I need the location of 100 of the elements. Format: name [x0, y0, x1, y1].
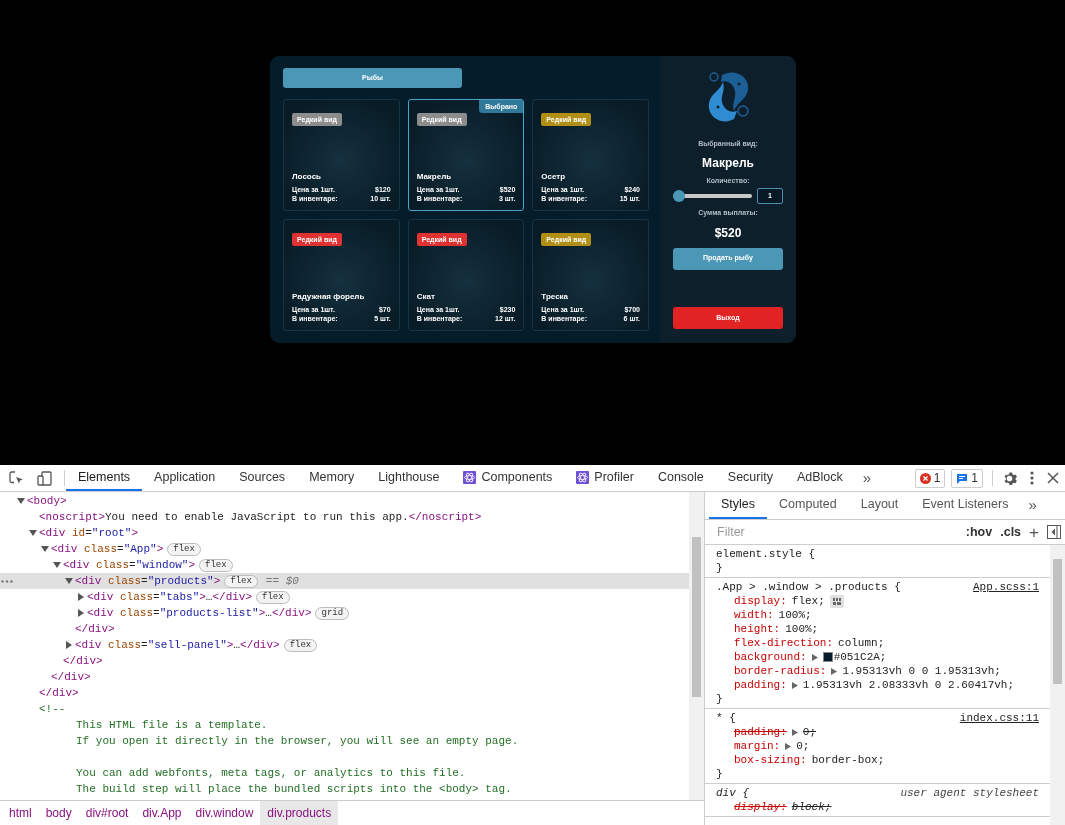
flexbox-editor-icon[interactable]: [829, 594, 844, 608]
pane-tab[interactable]: Layout: [848, 492, 911, 519]
css-property-name[interactable]: padding:: [734, 725, 787, 739]
slider-thumb[interactable]: [673, 190, 685, 202]
css-property-name[interactable]: display:: [734, 594, 787, 608]
tree-row[interactable]: <div class="window"> flex: [0, 557, 689, 573]
css-property-value[interactable]: 1.95313vh 0 0 1.95313vh;: [842, 664, 1001, 678]
panel-tab[interactable]: Components: [451, 465, 565, 491]
panel-tab[interactable]: Profiler: [564, 465, 646, 491]
panel-tab[interactable]: AdBlock: [784, 465, 855, 491]
tree-row[interactable]: <div id="root">: [0, 525, 689, 541]
tree-row[interactable]: You can add webfonts, meta tags, or analytics to this file.: [0, 765, 689, 781]
tree-row[interactable]: <div class="App"> flex: [0, 541, 689, 557]
scrollbar[interactable]: [1050, 545, 1065, 825]
css-property-value[interactable]: block;: [791, 800, 832, 814]
css-property-value[interactable]: 1.95313vh 2.08333vh 0 2.60417vh;: [802, 678, 1015, 692]
tree-row[interactable]: </div>: [0, 621, 689, 637]
expand-triangle-icon[interactable]: [791, 681, 798, 689]
inspect-icon[interactable]: [9, 470, 24, 486]
more-options-icon[interactable]: [1030, 471, 1034, 485]
css-property-name[interactable]: box-sizing:: [734, 753, 807, 767]
quantity-slider[interactable]: [673, 190, 752, 202]
css-property-value[interactable]: border-box;: [811, 753, 885, 767]
breadcrumb[interactable]: div.products: [260, 801, 339, 825]
close-icon[interactable]: [1047, 472, 1059, 484]
css-property-value[interactable]: flex;: [791, 594, 825, 608]
pane-tab[interactable]: Computed: [767, 492, 849, 519]
css-property-name[interactable]: height:: [734, 622, 781, 636]
panel-tab[interactable]: Sources: [227, 465, 298, 491]
tree-row[interactable]: <!--: [0, 701, 689, 717]
class-toggle-button[interactable]: .cls: [1000, 522, 1022, 542]
source-link[interactable]: App.scss:1: [973, 580, 1039, 594]
css-property-name[interactable]: border-radius:: [734, 664, 827, 678]
more-tabs-button[interactable]: »: [1020, 492, 1045, 519]
breadcrumb[interactable]: html: [2, 801, 39, 825]
breadcrumb[interactable]: body: [38, 801, 79, 825]
tree-row[interactable]: If you open it directly in the browser, you will see an empty page.: [0, 733, 689, 749]
css-property-name[interactable]: background:: [734, 650, 807, 664]
new-rule-button[interactable]: +: [1029, 523, 1039, 541]
tree-row[interactable]: <div class="products"> flex == $0: [0, 573, 689, 589]
tree-row[interactable]: <noscript>You need to enable JavaScript to run this app.</noscript>: [0, 509, 689, 525]
css-property-value[interactable]: 100%;: [778, 608, 812, 622]
tree-row[interactable]: </div>: [0, 685, 689, 701]
expand-triangle-icon[interactable]: [811, 653, 818, 661]
layout-badge[interactable]: flex: [256, 590, 290, 604]
css-property-value[interactable]: column;: [838, 636, 885, 650]
expanded-triangle-icon[interactable]: [53, 561, 61, 569]
css-property-value[interactable]: #051C2A;: [833, 650, 887, 664]
css-property-name[interactable]: width:: [734, 608, 774, 622]
tree-row[interactable]: </div>: [0, 653, 689, 669]
tree-row[interactable]: <body>: [0, 493, 689, 509]
breadcrumb[interactable]: div.App: [135, 801, 189, 825]
css-property-name[interactable]: margin:: [734, 739, 781, 753]
breadcrumb[interactable]: div#root: [78, 801, 136, 825]
tree-row[interactable]: <div class="sell-panel">…</div> flex: [0, 637, 689, 653]
layout-badge[interactable]: flex: [167, 542, 201, 556]
tree-row[interactable]: <div class="tabs">…</div> flex: [0, 589, 689, 605]
tree-row[interactable]: The build step will place the bundled scripts into the <body> tag.: [0, 781, 689, 797]
panel-tab[interactable]: Memory: [297, 465, 367, 491]
panel-tab[interactable]: Console: [645, 465, 716, 491]
pane-tab[interactable]: Styles: [709, 492, 768, 519]
expanded-triangle-icon[interactable]: [17, 497, 25, 505]
panel-tab[interactable]: Lighthouse: [366, 465, 452, 491]
expand-triangle-icon[interactable]: [831, 667, 838, 675]
color-swatch[interactable]: [822, 652, 833, 662]
expanded-triangle-icon[interactable]: [29, 529, 37, 537]
breadcrumb[interactable]: div.window: [188, 801, 261, 825]
css-property-name[interactable]: display:: [734, 800, 787, 814]
panel-tab[interactable]: Security: [715, 465, 785, 491]
more-tabs-button[interactable]: »: [854, 465, 880, 491]
expanded-triangle-icon[interactable]: [65, 577, 73, 585]
message-count-button[interactable]: 1: [951, 468, 983, 488]
tree-row[interactable]: </div>: [0, 669, 689, 685]
sidebar-toggle-icon[interactable]: [1047, 525, 1061, 539]
expanded-triangle-icon[interactable]: [41, 545, 49, 553]
html-tag-code: <div class="window">: [63, 557, 196, 573]
css-property-name[interactable]: padding:: [734, 678, 787, 692]
css-property-name[interactable]: flex-direction:: [734, 636, 834, 650]
device-toggle-icon[interactable]: [37, 470, 52, 486]
collapsed-triangle-icon[interactable]: [65, 641, 73, 649]
error-count-button[interactable]: 1: [914, 468, 946, 488]
layout-badge[interactable]: flex: [224, 574, 258, 588]
css-property-value[interactable]: 0;: [802, 725, 816, 739]
hover-state-button[interactable]: :hov: [965, 522, 993, 542]
layout-badge[interactable]: flex: [283, 638, 318, 652]
scrollbar[interactable]: [689, 492, 704, 800]
css-property-value[interactable]: 0;: [796, 739, 810, 753]
layout-badge[interactable]: flex: [199, 558, 233, 572]
collapsed-triangle-icon[interactable]: [77, 593, 85, 601]
collapsed-triangle-icon[interactable]: [77, 609, 85, 617]
tree-row[interactable]: This HTML file is a template.: [0, 717, 689, 733]
panel-tab[interactable]: Application: [142, 465, 228, 491]
pane-tab[interactable]: Event Listeners: [910, 492, 1021, 519]
source-link[interactable]: index.css:11: [959, 711, 1039, 725]
tree-row[interactable]: <div class="products-list">…</div> grid: [0, 605, 689, 621]
settings-icon[interactable]: [1002, 470, 1017, 486]
layout-badge[interactable]: grid: [315, 606, 350, 620]
css-property-value[interactable]: 100%;: [785, 622, 819, 636]
more-dots-icon[interactable]: [1, 580, 15, 583]
panel-tab[interactable]: Elements: [66, 465, 143, 491]
